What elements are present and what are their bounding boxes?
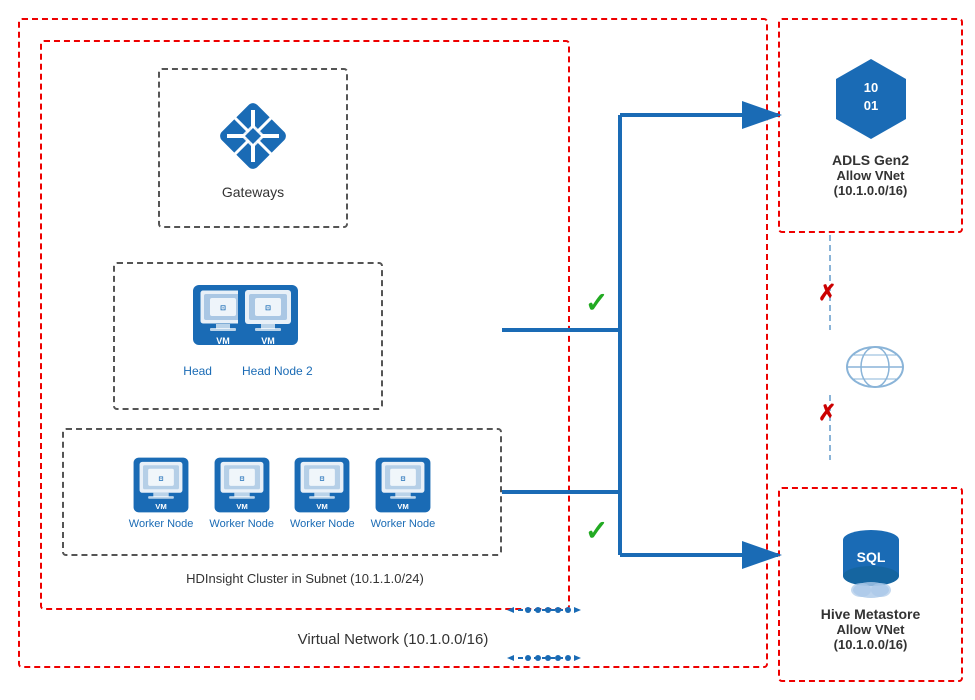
worker-nodes-row: ⊡ VM Worker Node ⊡ VM Wor (125, 455, 439, 530)
worker-node-3-label: Worker Node (290, 518, 355, 530)
svg-text:VM: VM (236, 502, 248, 511)
svg-text:10: 10 (863, 80, 877, 95)
svg-text:✗: ✗ (818, 280, 836, 305)
svg-text:⊡: ⊡ (265, 305, 271, 312)
hive-title: Hive Metastore (821, 606, 921, 622)
svg-text:VM: VM (216, 336, 230, 346)
hive-icon: SQL (831, 518, 911, 598)
head-node2-label: Head Node 2 (242, 364, 313, 378)
svg-text:⊡: ⊡ (159, 476, 164, 482)
svg-text:VM: VM (397, 502, 409, 511)
hive-box: SQL Hive Metastore Allow VNet (10.1.0.0/… (778, 487, 963, 682)
svg-text:✗: ✗ (818, 400, 836, 425)
adls-title: ADLS Gen2 (832, 152, 909, 168)
worker-node-2: ⊡ VM Worker Node (209, 455, 274, 530)
svg-text:SQL: SQL (856, 549, 885, 565)
svg-text:⊡: ⊡ (320, 476, 325, 482)
head-node2-icon: ⊡ VM (233, 280, 303, 355)
worker-node-2-label: Worker Node (209, 518, 274, 530)
hdinsight-cluster-label: HDInsight Cluster in Subnet (10.1.1.0/24… (186, 571, 424, 586)
hive-network: (10.1.0.0/16) (834, 637, 908, 652)
head-node1-label: Head (183, 364, 212, 378)
svg-text:01: 01 (863, 98, 877, 113)
headnodes-box: ⊡ VM ⊡ VM (113, 262, 383, 410)
gateways-box: Gateways (158, 68, 348, 228)
adls-icon: 10 01 (826, 54, 916, 144)
vnet-label: Virtual Network (10.1.0.0/16) (298, 631, 489, 648)
svg-text:VM: VM (261, 336, 275, 346)
internet-icon (835, 330, 915, 400)
hive-subtitle: Allow VNet (837, 622, 905, 637)
workernodes-box: ⊡ VM Worker Node ⊡ VM Wor (62, 428, 502, 556)
worker-node-4-label: Worker Node (371, 518, 436, 530)
svg-text:⊡: ⊡ (220, 305, 226, 312)
svg-text:⊡: ⊡ (239, 476, 244, 482)
svg-text:VM: VM (155, 502, 167, 511)
adls-network: (10.1.0.0/16) (834, 183, 908, 198)
worker-node-3: ⊡ VM Worker Node (290, 455, 355, 530)
svg-text:⊡: ⊡ (400, 476, 405, 482)
internet-cloud-icon (839, 339, 911, 391)
svg-text:VM: VM (317, 502, 329, 511)
diagram-container: Virtual Network (10.1.0.0/16) HDInsight … (0, 0, 975, 700)
gateways-label: Gateways (222, 184, 284, 200)
worker-node-1: ⊡ VM Worker Node (129, 455, 194, 530)
adls-subtitle: Allow VNet (837, 168, 905, 183)
worker-node-1-label: Worker Node (129, 518, 194, 530)
worker-node-4: ⊡ VM Worker Node (371, 455, 436, 530)
adls-box: 10 01 ADLS Gen2 Allow VNet (10.1.0.0/16) (778, 18, 963, 233)
gateway-icon (213, 96, 293, 176)
